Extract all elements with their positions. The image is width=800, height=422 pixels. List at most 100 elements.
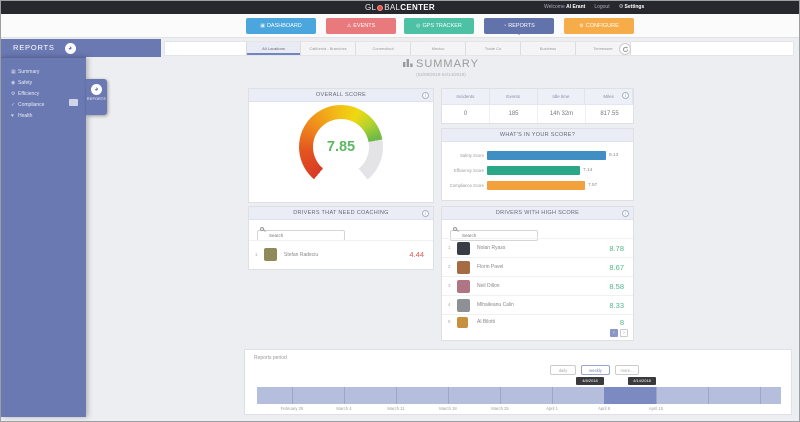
nav-reports-button[interactable]: ◔REPORTS	[484, 18, 554, 34]
axis-label: February 25	[271, 406, 313, 411]
overall-score-card: OVERALL SCOREi 7.85	[248, 88, 434, 203]
nav-gps-tracker-button[interactable]: ◎GPS TRACKER	[404, 18, 474, 34]
avatar	[457, 261, 470, 274]
tab-location-6[interactable]: Business	[521, 42, 576, 55]
nav-reports-label: REPORTS	[508, 23, 535, 29]
more-button[interactable]: more...	[615, 365, 639, 375]
weekly-button[interactable]: weekly	[581, 365, 610, 375]
stats-col-events: Events	[490, 89, 538, 104]
efficiency-score-bar-row: Efficiency Score 7.14	[442, 166, 633, 175]
selected-range-handle[interactable]	[604, 387, 656, 404]
safety-score-label: Safety Score	[442, 153, 487, 158]
axis-label: April 8	[583, 406, 625, 411]
high-score-driver-row[interactable]: 4 Mihaileanu Calin 8.33	[442, 295, 633, 314]
stats-value-miles: 817.55	[586, 105, 633, 123]
efficiency-score-bar	[487, 166, 580, 175]
timeline-bar[interactable]	[257, 387, 781, 404]
compliance-score-bar-row: Compliance Score 7.57	[442, 181, 633, 190]
reports-period-label: Reports period	[254, 355, 287, 361]
stats-value-incidents: 0	[442, 105, 490, 123]
compliance-score-label: Compliance Score	[442, 183, 487, 188]
stats-header-row: Incidents Events Idle time Miles i	[442, 89, 633, 105]
avatar	[457, 242, 470, 255]
axis-label: March 4	[323, 406, 365, 411]
nav-events-button[interactable]: ⚠EVENTS	[326, 18, 396, 34]
safety-score-value: 9.13	[609, 153, 618, 158]
nav-dashboard-button[interactable]: ▣DASHBOARD	[246, 18, 316, 34]
logo-text-prefix: GL	[365, 3, 376, 12]
pagination-prev-button[interactable]: ‹	[610, 329, 618, 337]
sidebar-item-compliance-label: Compliance	[18, 102, 44, 108]
nav-configure-button[interactable]: ⚙CONFIGURE	[564, 18, 634, 34]
nav-gps-tracker-label: GPS TRACKER	[423, 23, 462, 29]
axis-label: April 1	[531, 406, 573, 411]
reports-icon: ◔	[503, 23, 506, 29]
tab-location-3[interactable]: Connecticut	[356, 42, 411, 55]
app-window: GLBALCENTER Welcome Al Erant Logout ⚙Set…	[0, 0, 800, 422]
top-bar: GLBALCENTER Welcome Al Erant Logout ⚙Set…	[1, 1, 799, 14]
efficiency-score-value: 7.14	[583, 168, 592, 173]
nav-configure-label: CONFIGURE	[586, 23, 619, 29]
reports-pie-icon[interactable]: ◕	[65, 43, 76, 54]
range-start-tooltip: 4/8/2018	[576, 377, 604, 385]
high-score-driver-row[interactable]: 2 Florin Pavel 8.67	[442, 257, 633, 276]
driver-score: 4.44	[409, 241, 424, 268]
daily-button[interactable]: daily	[550, 365, 576, 375]
gps-tracker-icon: ◎	[416, 23, 420, 29]
refresh-button[interactable]	[619, 43, 631, 55]
driver-rank: 2	[448, 264, 451, 269]
sidebar-title: REPORTS	[13, 43, 55, 52]
reports-flyout-badge[interactable]: ◕ REPORTS	[86, 79, 107, 115]
avatar	[457, 299, 470, 312]
tab-all-locations[interactable]: All Locations	[246, 42, 301, 55]
axis-label: March 11	[375, 406, 417, 411]
driver-rank: 1	[448, 245, 451, 250]
high-score-driver-row[interactable]: 5 Al Bilotti 8	[442, 314, 633, 329]
reports-period-panel: Reports period daily weekly more... 4/8/…	[244, 349, 792, 415]
driver-score: 8.33	[609, 296, 624, 314]
pagination-next-button[interactable]: ›	[620, 329, 628, 337]
high-score-driver-row[interactable]: 3 Neil Dillon 8.58	[442, 276, 633, 295]
driver-score: 8	[620, 315, 624, 329]
coaching-driver-row[interactable]: 1 Stefan Radeciu 4.44	[249, 240, 433, 268]
stats-value-idle-time: 14h 32m	[538, 105, 586, 123]
settings-link[interactable]: ⚙Settings	[619, 1, 645, 14]
tab-location-5[interactable]: Trade Co	[466, 42, 521, 55]
safety-score-bar-row: Safety Score 9.13	[442, 151, 633, 160]
overall-score-value: 7.85	[313, 119, 369, 175]
sidebar-collapse-toggle[interactable]	[69, 99, 78, 106]
health-icon: ♥	[11, 111, 18, 122]
sidebar-item-health[interactable]: ♥Health	[1, 111, 86, 122]
tab-location-4[interactable]: Mexico	[411, 42, 466, 55]
score-breakdown-card: WHAT'S IN YOUR SCORE? Safety Score 9.13 …	[441, 128, 634, 201]
driver-score: 8.67	[609, 258, 624, 276]
axis-label: April 15	[635, 406, 677, 411]
bar-chart-icon	[403, 58, 413, 70]
settings-label: Settings	[625, 4, 645, 10]
high-score-title: DRIVERS WITH HIGH SCORE	[496, 210, 579, 216]
logout-link[interactable]: Logout	[594, 1, 609, 14]
score-breakdown-title: WHAT'S IN YOUR SCORE?	[500, 132, 575, 138]
driver-name: Al Bilotti	[477, 315, 495, 329]
refresh-icon	[622, 46, 629, 53]
driver-rank: 3	[448, 283, 451, 288]
logo-text-suffix: CENTER	[400, 3, 435, 12]
info-icon[interactable]: i	[622, 92, 629, 99]
compliance-score-bar	[487, 181, 585, 190]
search-icon	[260, 227, 264, 231]
sidebar-item-safety[interactable]: ◉Safety	[1, 78, 86, 89]
sidebar-item-summary[interactable]: ▦Summary	[1, 67, 86, 78]
high-score-driver-row[interactable]: 1 Nolan Ryass 8.78	[442, 238, 633, 257]
safety-score-bar	[487, 151, 606, 160]
gear-icon: ⚙	[619, 4, 624, 10]
summary-icon: ▦	[11, 67, 18, 78]
tab-location-2[interactable]: California - Branches	[301, 42, 356, 55]
compliance-score-value: 7.57	[588, 183, 597, 188]
efficiency-score-label: Efficiency Score	[442, 168, 487, 173]
info-icon[interactable]: i	[622, 210, 629, 217]
sidebar-item-health-label: Health	[18, 113, 32, 119]
avatar	[457, 280, 470, 293]
info-icon[interactable]: i	[422, 210, 429, 217]
coaching-card: DRIVERS THAT NEED COACHINGi 1 Stefan Rad…	[248, 206, 434, 270]
info-icon[interactable]: i	[422, 92, 429, 99]
